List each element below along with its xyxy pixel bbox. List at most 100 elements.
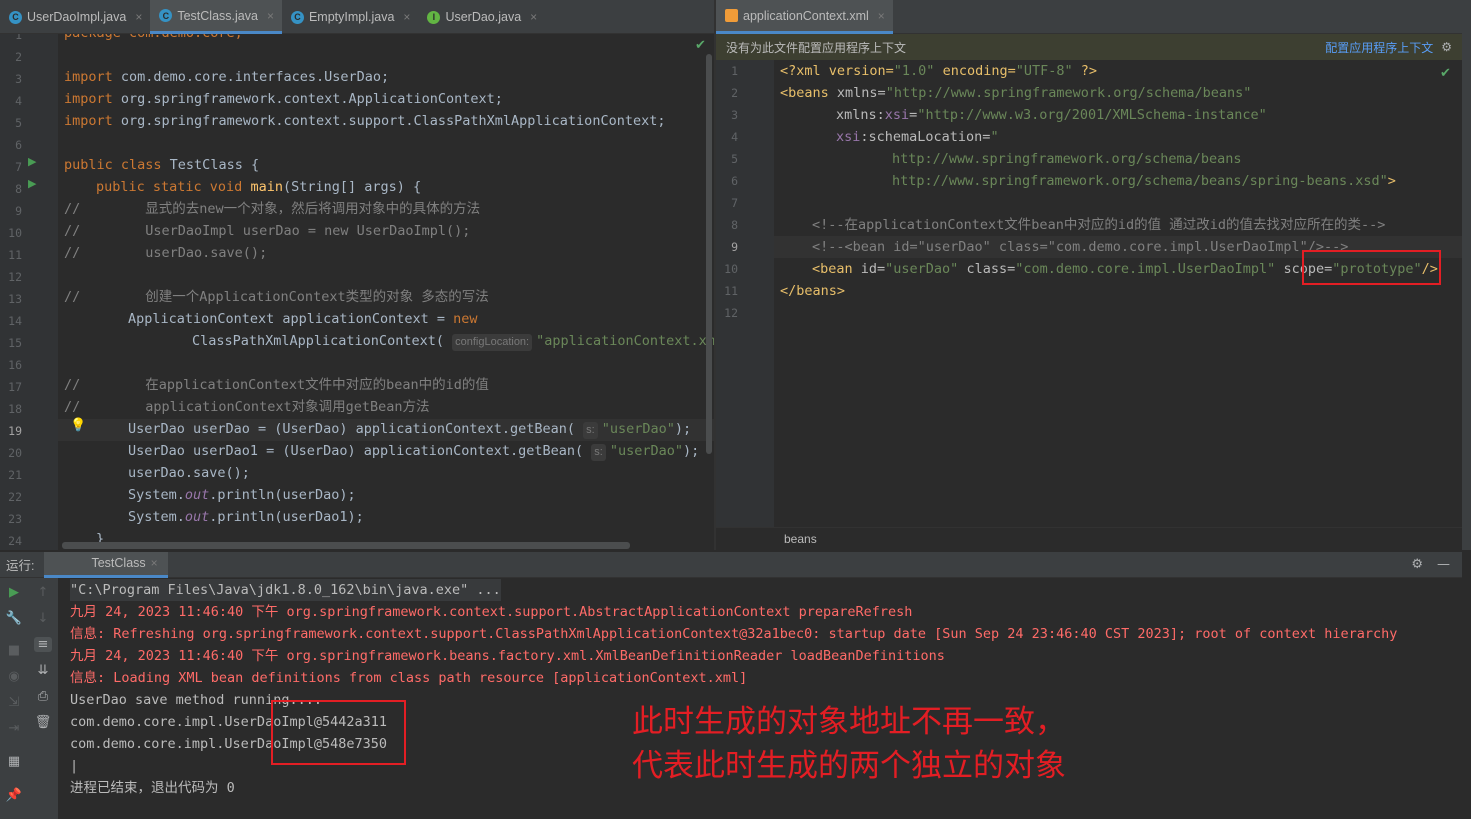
class-icon: C [290,10,304,24]
pin-icon[interactable]: 📌 [5,788,23,803]
code-line: // 创建一个ApplicationContext类型的对象 多态的写法 [64,289,489,305]
code-token: class= [958,261,1016,277]
annotation-text-line-1: 此时生成的对象地址不再一致， [632,704,1066,740]
arrow-down-icon[interactable]: ↓ [34,611,52,626]
code-line: public class TestClass { [64,154,259,176]
run-panel-title: 运行: [6,559,35,573]
arrow-up-icon[interactable]: ↑ [34,585,52,600]
line-number: 7 [731,196,738,210]
tab-label: EmptyImpl.java [308,10,395,24]
close-icon[interactable]: × [135,10,142,24]
tab-emptyimpl[interactable]: C EmptyImpl.java × [282,0,418,34]
line-number: 5 [731,152,738,166]
rerun-icon[interactable]: ▶ [5,585,23,600]
code-line: http://www.springframework.org/schema/be… [892,170,1396,192]
close-icon[interactable]: × [403,10,410,24]
code-line: import org.springframework.context.Appli… [64,88,503,110]
interface-icon: I [427,10,441,24]
context-notice-bar: 没有为此文件配置应用程序上下文 配置应用程序上下文 ⚙ [716,34,1462,60]
code-token: "UTF-8" [1015,63,1073,79]
layout-icon[interactable]: ▦ [5,754,23,769]
tab-label: TestClass.java [177,8,258,23]
java-editor[interactable]: 1 2 3 4 5 6 7 8 9 10 11 12 13 14 15 16 1… [0,34,714,550]
console-line: 九月 24, 2023 11:46:40 下午 org.springframew… [70,604,913,620]
xml-editor[interactable]: 1 2 3 4 5 6 7 8 9 10 11 12 <?xml version… [716,60,1462,527]
code-token: "userDao" [885,261,959,277]
tab-testclass[interactable]: C TestClass.java × [150,0,282,34]
tab-userdaoimpl[interactable]: C UserDaoImpl.java × [0,0,150,34]
line-number: 12 [724,306,738,320]
code-line: <beans xmlns="http://www.springframework… [780,82,1251,104]
breadcrumb-item[interactable]: beans [784,532,817,546]
vertical-scrollbar[interactable] [706,54,712,454]
run-gutter-icon[interactable]: ▶ [28,177,36,190]
annotation-highlight-addresses [271,700,406,765]
wrench-icon[interactable]: 🔧 [5,611,23,626]
stop-icon[interactable]: ■ [5,643,23,658]
lightbulb-icon[interactable]: 💡 [70,418,86,433]
code-token: UserDao userDao1 = (UserDao) application… [128,443,584,459]
console-line: 进程已结束，退出代码为 0 [70,780,235,796]
soft-wrap-icon[interactable]: ≡ [34,637,52,652]
code-line: // 显式的去new一个对象，然后将调用对象中的具体的方法 [64,201,481,217]
class-icon: C [9,10,22,24]
run-tab-testclass[interactable]: TestClass × [44,551,168,578]
configure-context-link[interactable]: 配置应用程序上下文 [1325,39,1433,56]
code-token: out [184,509,210,525]
inspection-ok-icon[interactable]: ✔ [695,38,706,53]
minimize-icon[interactable]: — [1437,557,1450,572]
inspection-ok-icon[interactable]: ✔ [1440,66,1451,81]
line-number: 1 [15,34,22,42]
run-gutter-icon[interactable]: ▶ [28,155,36,168]
camera-icon[interactable]: ◉ [5,669,23,684]
code-line: UserDao userDao1 = (UserDao) application… [128,440,699,462]
login-icon[interactable]: ⇥ [5,721,23,736]
run-config-icon [74,557,86,569]
line-number: 11 [8,248,22,262]
line-number: 24 [8,534,22,548]
line-number-current: 9 [731,240,738,254]
code-token: id= [852,261,886,277]
line-number-current: 19 [8,424,22,438]
line-number: 17 [8,380,22,394]
code-line: <?xml version="1.0" encoding="UTF-8" ?> [780,60,1097,82]
console-caret: | [70,758,79,774]
line-number: 15 [8,336,22,350]
line-number: 12 [8,270,22,284]
run-panel-header: 运行: TestClass × ⚙ — [0,551,1462,578]
code-token: xsi [836,129,861,145]
breadcrumb[interactable]: beans [716,527,1462,550]
code-token: TestClass { [161,157,260,173]
code-token: "userDao" [609,443,684,459]
tab-userdao[interactable]: I UserDao.java × [418,0,545,34]
code-token: xmlns: [836,107,885,123]
code-line: import org.springframework.context.suppo… [64,110,665,132]
line-number: 8 [15,182,22,196]
line-number: 20 [8,446,22,460]
horizontal-scrollbar[interactable] [62,542,630,549]
exit-icon[interactable]: ⇲ [5,695,23,710]
code-line: ClassPathXmlApplicationContext( configLo… [192,330,714,352]
code-token: http://www.springframework.org/schema/be… [892,173,1388,189]
close-icon[interactable]: × [151,556,158,570]
tab-applicationcontext-xml[interactable]: applicationContext.xml × [716,0,893,34]
line-number: 6 [731,174,738,188]
code-token: > [1387,173,1396,189]
code-token: public class [64,157,162,173]
gear-icon[interactable]: ⚙ [1411,557,1423,572]
code-token: import [64,113,113,129]
tab-label: applicationContext.xml [743,8,869,23]
code-line: UserDao userDao = (UserDao) applicationC… [128,418,691,440]
line-number: 3 [731,108,738,122]
gear-icon[interactable]: ⚙ [1441,40,1452,54]
trash-icon[interactable]: 🗑 [34,715,52,730]
code-line: </beans> [780,283,846,299]
close-icon[interactable]: × [530,10,537,24]
close-icon[interactable]: × [878,9,885,23]
line-number: 14 [8,314,22,328]
print-icon[interactable]: ⎙ [34,689,52,704]
code-token: new [453,311,478,327]
close-icon[interactable]: × [267,9,274,23]
scroll-to-end-icon[interactable]: ⇊ [34,663,52,678]
line-number: 1 [731,64,738,78]
